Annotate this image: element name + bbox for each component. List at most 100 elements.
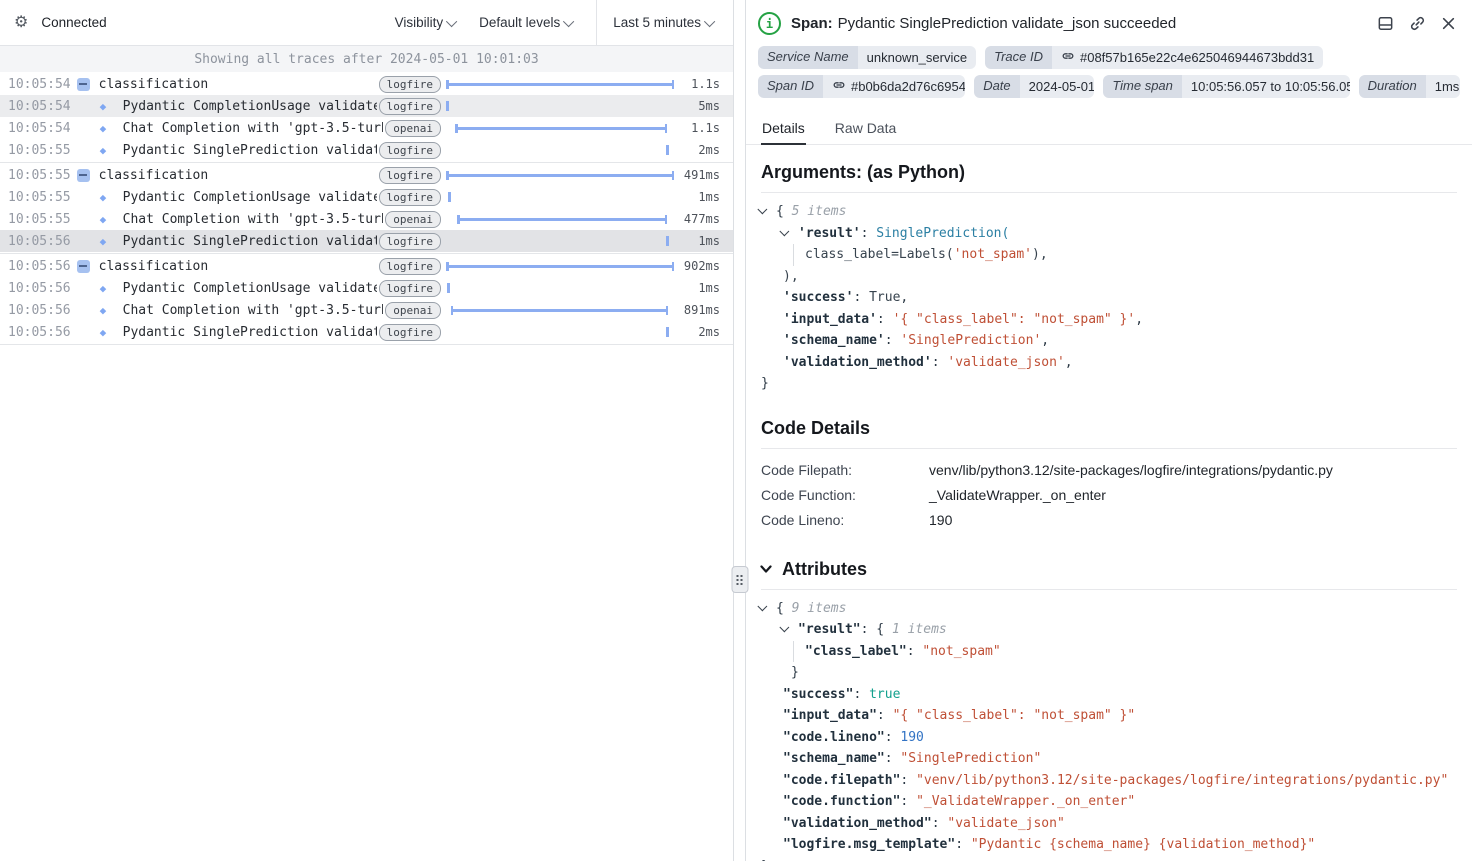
tag-value: 1ms	[1426, 75, 1460, 98]
span-tags: Service Nameunknown_serviceTrace ID#08f5…	[746, 44, 1472, 98]
time-range-label: Last 5 minutes	[613, 15, 701, 30]
token-plain: ),	[1032, 247, 1048, 262]
trace-row[interactable]: 10:05:56◆Pydantic SinglePrediction valid…	[0, 230, 733, 252]
attributes-line: "schema_name": "SinglePrediction"	[761, 748, 1457, 770]
default-levels-dropdown[interactable]: Default levels	[479, 15, 574, 30]
token-punct: :	[955, 837, 971, 852]
tag-value[interactable]: #b0b6da2d76c69540	[823, 75, 965, 98]
arguments-line: }	[761, 373, 1457, 395]
code-detail-row: Code Lineno:190	[746, 508, 1472, 533]
span-title: Span:Pydantic SinglePrediction validate_…	[791, 15, 1176, 32]
chevron-down-icon	[446, 15, 457, 26]
tag-value-text: 2024-05-01	[1029, 79, 1095, 94]
tab-raw-data[interactable]: Raw Data	[834, 113, 897, 144]
token-key: 'result'	[798, 226, 861, 241]
collapse-toggle-icon[interactable]	[77, 169, 90, 182]
span-name: Pydantic CompletionUsage validate_python	[123, 190, 377, 205]
span-diamond-icon: ◆	[100, 145, 114, 156]
attributes-line: "logfire.msg_template": "Pydantic {schem…	[761, 834, 1457, 856]
trace-row[interactable]: 10:05:54◆Chat Completion with 'gpt-3.5-t…	[0, 117, 733, 139]
trace-row[interactable]: 10:05:56◆Chat Completion with 'gpt-3.5-t…	[0, 299, 733, 321]
duration-bar-track	[446, 255, 674, 277]
row-timestamp: 10:05:55	[8, 143, 71, 158]
trace-row[interactable]: 10:05:55◆Chat Completion with 'gpt-3.5-t…	[0, 208, 733, 230]
trace-row[interactable]: 10:05:56◆Pydantic CompletionUsage valida…	[0, 277, 733, 299]
token-punct: {	[776, 601, 792, 616]
token-str: 'validate_json'	[947, 355, 1064, 370]
close-icon[interactable]	[1441, 16, 1456, 31]
token-punct: ,	[900, 290, 908, 305]
trace-row[interactable]: 10:05:56◆Pydantic SinglePrediction valid…	[0, 321, 733, 343]
tag-value-text: #08f57b165e22c4e625046944673bdd31	[1080, 50, 1314, 65]
scope-badge: logfire	[379, 98, 441, 115]
splitter-grip-icon[interactable]	[731, 566, 748, 593]
tag-label: Span ID	[758, 75, 823, 98]
duration-bar-track	[446, 208, 674, 230]
duration-label: 2ms	[676, 325, 720, 339]
duration-label: 1ms	[676, 234, 720, 248]
collapse-toggle-icon[interactable]	[77, 260, 90, 273]
duration-tick	[666, 145, 669, 155]
token-meta: 1 items	[892, 622, 947, 637]
span-name: Chat Completion with 'gpt-3.5-turbo-061	[123, 303, 384, 318]
arguments-line: 'schema_name': 'SinglePrediction',	[761, 330, 1457, 352]
token-key: 'validation_method'	[783, 355, 932, 370]
span-diamond-icon: ◆	[100, 327, 114, 338]
attributes-line: "input_data": "{ "class_label": "not_spa…	[761, 705, 1457, 727]
dock-panel-icon[interactable]	[1377, 15, 1394, 32]
arguments-line: 'validation_method': 'validate_json',	[761, 352, 1457, 374]
span-diamond-icon: ◆	[100, 236, 114, 247]
token-punct: }	[791, 665, 799, 680]
trace-row[interactable]: 10:05:56classificationlogfire902ms	[0, 255, 733, 277]
collapse-toggle-icon[interactable]	[77, 78, 90, 91]
tree-collapse-icon[interactable]	[761, 201, 776, 223]
trace-row[interactable]: 10:05:55◆Pydantic SinglePrediction valid…	[0, 139, 733, 161]
duration-bar	[451, 309, 669, 312]
span-tag[interactable]: Span ID #b0b6da2d76c69540	[758, 75, 965, 98]
tag-value-text: #b0b6da2d76c69540	[851, 79, 965, 94]
attributes-line: "validation_method": "validate_json"	[761, 813, 1457, 835]
copy-link-icon[interactable]	[1409, 15, 1426, 32]
tab-details[interactable]: Details	[761, 113, 806, 145]
duration-tick	[447, 283, 450, 293]
trace-row[interactable]: 10:05:55◆Pydantic CompletionUsage valida…	[0, 186, 733, 208]
trace-row[interactable]: 10:05:54classificationlogfire1.1s	[0, 73, 733, 95]
panel-splitter[interactable]	[733, 0, 746, 861]
scope-badge: logfire	[379, 76, 441, 93]
span-tag: Duration1ms	[1359, 75, 1460, 98]
span-title-label: Span:	[791, 15, 833, 32]
tag-value-text: 1ms	[1435, 79, 1460, 94]
time-range-dropdown[interactable]: Last 5 minutes	[613, 15, 715, 30]
attributes-heading[interactable]: Attributes	[746, 539, 1472, 589]
trace-row[interactable]: 10:05:54◆Pydantic CompletionUsage valida…	[0, 95, 733, 117]
trace-row[interactable]: 10:05:55classificationlogfire491ms	[0, 164, 733, 186]
arguments-line: ),	[761, 266, 1457, 288]
attributes-line: "code.lineno": 190	[761, 727, 1457, 749]
scope-badge: openai	[385, 211, 441, 228]
arguments-line: class_label=Labels('not_spam'),	[761, 244, 1457, 266]
token-key: "logfire.msg_template"	[783, 837, 955, 852]
row-timestamp: 10:05:56	[8, 325, 71, 340]
token-key: "class_label"	[805, 644, 907, 659]
tag-row: Service Nameunknown_serviceTrace ID#08f5…	[758, 46, 1460, 69]
time-range-box: Last 5 minutes	[596, 0, 733, 45]
tag-value: 2024-05-01	[1020, 75, 1095, 98]
span-diamond-icon: ◆	[100, 101, 114, 112]
tag-value-text: 10:05:56.057 to 10:05:56.058	[1191, 79, 1350, 94]
trace-group: 10:05:55classificationlogfire491ms10:05:…	[0, 163, 733, 254]
duration-label: 1.1s	[676, 77, 720, 91]
tree-collapse-icon[interactable]	[783, 223, 798, 245]
tag-value[interactable]: #08f57b165e22c4e625046944673bdd31	[1052, 46, 1323, 69]
token-punct: {	[876, 622, 892, 637]
gear-icon[interactable]: ⚙	[14, 15, 28, 31]
visibility-dropdown[interactable]: Visibility	[395, 15, 458, 30]
tree-collapse-icon[interactable]	[783, 619, 798, 641]
code-detail-row: Code Function:_ValidateWrapper._on_enter	[746, 483, 1472, 508]
duration-tick	[446, 101, 449, 111]
token-plain: class_label=Labels(	[805, 247, 954, 262]
tree-collapse-icon[interactable]	[761, 598, 776, 620]
trace-list: 10:05:54classificationlogfire1.1s10:05:5…	[0, 72, 733, 861]
span-tag[interactable]: Trace ID#08f57b165e22c4e625046944673bdd3…	[985, 46, 1323, 69]
token-meta: 5 items	[792, 204, 847, 219]
token-punct: ,	[1135, 312, 1143, 327]
